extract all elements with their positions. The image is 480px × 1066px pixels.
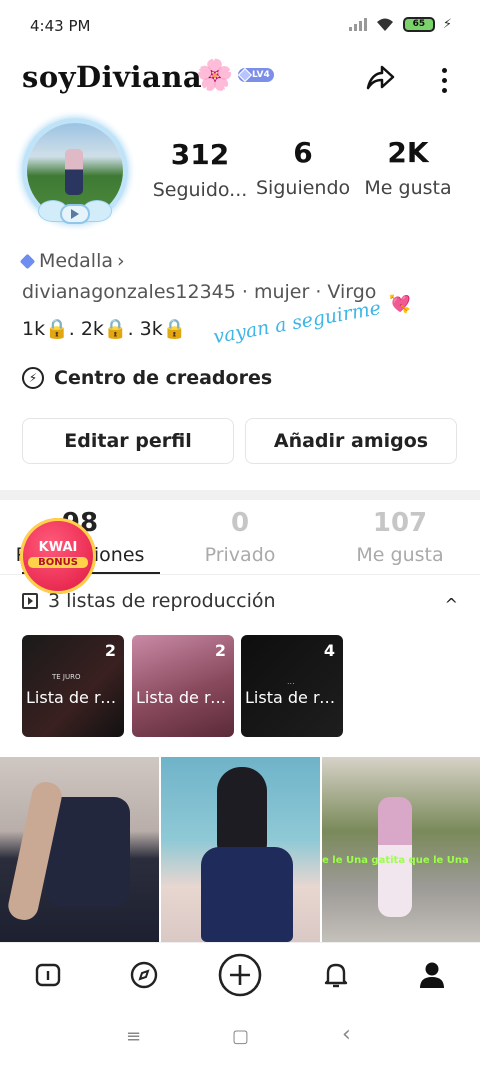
tab-private[interactable]: 0 Privado [160, 508, 320, 566]
medal-label: Medalla [39, 250, 113, 272]
profile-bio: 1k🔒. 2k🔒. 3k🔒 [22, 318, 187, 340]
stat-followers[interactable]: 312 Seguido... [142, 138, 258, 201]
playlist-title: Lista de reproducc... [26, 688, 122, 707]
chevron-up-icon[interactable]: ^ [445, 595, 458, 614]
profile-icon[interactable] [412, 955, 452, 995]
medal-icon [19, 253, 36, 269]
video-caption: e le Una gatita que le Una [322, 855, 469, 866]
profile-username: soyDiviana [22, 60, 203, 94]
kwai-bonus-title: KWAI [38, 540, 78, 555]
add-friends-button[interactable]: Añadir amigos [245, 418, 457, 464]
playlists-heading: 3 listas de reproducción [48, 590, 276, 612]
profile-header: soyDiviana 🌸 LV4 [0, 52, 480, 108]
edit-profile-button[interactable]: Editar perfil [22, 418, 234, 464]
bottom-navigation [0, 942, 480, 1010]
gem-icon [237, 67, 253, 83]
create-post-icon[interactable] [216, 951, 264, 999]
notifications-bell-icon[interactable] [316, 955, 356, 995]
stat-following[interactable]: 6 Siguiendo [256, 136, 350, 199]
kwai-bonus-badge[interactable]: KWAI BONUS [20, 518, 96, 594]
playlist-thumbnail-text: TE JURO [52, 673, 81, 681]
system-home-icon[interactable]: ▢ [232, 1026, 249, 1047]
bolt-icon: ⚡ [22, 367, 44, 389]
playlist-card-2[interactable]: 2 Lista de reproducc... [132, 635, 234, 737]
playlist-card-3[interactable]: ... 4 Lista de reproducc... [241, 635, 343, 737]
system-navigation-bar: ≡ ▢ ‹ [0, 1010, 480, 1066]
playlist-title: Lista de reproducc... [136, 688, 232, 707]
status-time: 4:43 PM [30, 17, 91, 35]
private-label: Privado [204, 544, 276, 566]
profile-info: divianagonzales12345 · mujer · Virgo [22, 281, 377, 303]
level-label: LV4 [252, 70, 270, 80]
following-label: Siguiendo [256, 177, 351, 199]
wifi-icon [376, 18, 393, 31]
creator-center-link[interactable]: ⚡ Centro de creadores [22, 367, 272, 389]
likes-count: 2K [387, 136, 429, 169]
playlist-card-1[interactable]: TE JURO 2 Lista de reproducc... [22, 635, 124, 737]
playlists-header[interactable]: 3 listas de reproducción [22, 590, 276, 612]
home-icon[interactable] [28, 955, 68, 995]
likes-label: Me gusta [364, 177, 452, 199]
video-thumbnail-3[interactable]: e le Una gatita que le Una [322, 757, 480, 942]
tab-likes[interactable]: 107 Me gusta [320, 508, 480, 566]
playlist-title: Lista de reproducc... [245, 688, 341, 707]
signal-icon [348, 17, 367, 31]
video-thumbnail-1[interactable] [0, 757, 159, 942]
playlist-icon [22, 593, 38, 609]
creator-center-label: Centro de creadores [54, 367, 273, 389]
battery-icon: 65 [402, 16, 435, 32]
followers-count: 312 [170, 138, 230, 171]
recent-apps-icon[interactable]: ≡ [126, 1026, 141, 1047]
explore-icon[interactable] [124, 955, 164, 995]
flower-icon: 🌸 [196, 58, 234, 93]
level-badge[interactable]: LV4 [237, 67, 274, 83]
playlist-count: 2 [214, 641, 226, 660]
stat-likes[interactable]: 2K Me gusta [358, 136, 458, 199]
share-icon[interactable] [362, 60, 398, 96]
heart-icon: 💘 [384, 291, 412, 318]
playlist-count: 4 [323, 641, 335, 660]
charging-icon: ⚡ [442, 16, 452, 32]
liked-count: 107 [372, 508, 428, 538]
kwai-bonus-subtitle: BONUS [28, 557, 88, 568]
liked-label: Me gusta [356, 544, 444, 566]
avatar[interactable] [16, 112, 134, 230]
medal-link[interactable]: Medalla › [19, 250, 125, 272]
status-bar: 4:43 PM 65 ⚡ [0, 0, 480, 52]
back-icon[interactable]: ‹ [342, 1022, 351, 1047]
private-count: 0 [230, 508, 250, 538]
followers-label: Seguido... [152, 179, 248, 201]
more-options-icon[interactable] [434, 60, 454, 100]
section-divider [0, 490, 480, 500]
following-count: 6 [293, 136, 313, 169]
playlist-count: 2 [104, 641, 116, 660]
video-play-icon[interactable] [60, 204, 90, 224]
playlist-thumbnail-text: ... [287, 677, 295, 686]
video-thumbnail-2[interactable] [161, 757, 320, 942]
status-icons: 65 ⚡ [348, 16, 452, 32]
chevron-right-icon: › [117, 250, 125, 272]
